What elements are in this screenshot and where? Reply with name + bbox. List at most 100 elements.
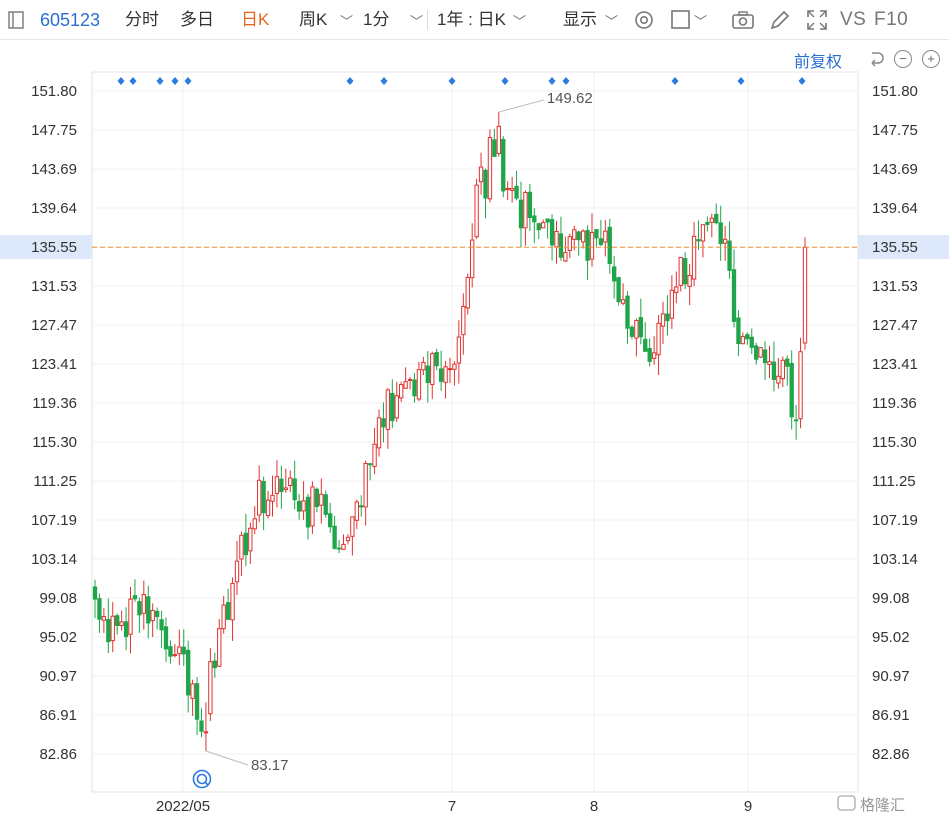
y-tick-label-right: 143.69 — [872, 161, 918, 178]
candle-down — [558, 233, 564, 258]
candle-up — [407, 378, 413, 381]
event-marker-icon — [798, 77, 806, 85]
x-tick-label: 2022/05 — [156, 798, 210, 815]
candle-down — [332, 525, 337, 549]
candle-down — [727, 240, 732, 271]
candle-up — [416, 369, 422, 400]
candle-up — [310, 486, 315, 527]
candle-down — [585, 230, 590, 261]
event-marker-icon — [501, 77, 509, 85]
candle-up — [101, 616, 107, 621]
y-tick-label-right: 119.36 — [872, 395, 917, 412]
candle-up — [496, 125, 501, 154]
candle-down — [518, 199, 524, 229]
y-tick-label-right: 127.47 — [872, 317, 918, 334]
candle-down — [359, 505, 364, 508]
candle-up — [660, 313, 666, 327]
candle-up — [740, 336, 746, 345]
candle-down — [527, 191, 533, 219]
y-tick-label-left: 103.14 — [31, 551, 77, 568]
candle-up — [203, 731, 209, 734]
candle-down — [793, 419, 799, 422]
event-marker-icon — [448, 77, 456, 85]
candle-down — [549, 219, 555, 246]
candle-down — [186, 649, 191, 696]
candle-up — [780, 359, 785, 380]
candle-down — [323, 494, 328, 515]
candle-up — [509, 188, 515, 191]
event-marker-icon — [171, 77, 179, 85]
y-tick-label-right: 139.64 — [872, 200, 918, 217]
y-tick-label-right: 151.80 — [872, 83, 918, 100]
candle-down — [718, 222, 723, 245]
candle-down — [629, 326, 635, 337]
candle-down — [501, 138, 506, 192]
candle-down — [305, 496, 311, 528]
candle-up — [234, 560, 240, 583]
candle-down — [754, 345, 759, 360]
candle-up — [345, 536, 351, 542]
candle-up — [354, 501, 359, 521]
candle-down — [296, 500, 302, 512]
candle-up — [465, 276, 470, 309]
candlestick-chart[interactable]: 151.80 151.80 147.75 147.75 143.69 143.69 139.… — [0, 0, 949, 821]
candle-up — [452, 363, 457, 370]
y-tick-label-right: 86.91 — [872, 707, 910, 724]
y-tick-label-right: 111.25 — [872, 473, 916, 490]
y-tick-label-right: 147.75 — [872, 122, 918, 139]
low-annotation: 83.17 — [251, 757, 289, 774]
candle-up — [376, 417, 382, 449]
candle-up — [687, 275, 692, 287]
candle-down — [336, 547, 342, 550]
candle-down — [115, 615, 120, 627]
y-tick-label-left: 127.47 — [31, 317, 77, 334]
candle-up — [230, 582, 235, 621]
candle-up — [456, 336, 462, 364]
candle-up — [239, 534, 244, 560]
candle-up — [798, 351, 803, 420]
event-marker-icon — [184, 77, 192, 85]
candle-up — [119, 621, 124, 627]
candle-down — [425, 365, 430, 383]
y-tick-label-left: 99.08 — [39, 590, 77, 607]
candle-up — [372, 443, 377, 467]
candle-up — [172, 654, 178, 657]
event-marker-icon — [737, 77, 745, 85]
y-tick-label-left: 86.91 — [39, 707, 77, 724]
y-tick-label-left: 131.53 — [31, 278, 77, 295]
candle-down — [212, 660, 217, 669]
y-tick-label-left: 115.30 — [32, 434, 77, 451]
candle-down — [132, 595, 138, 600]
candle-down — [163, 626, 169, 650]
candle-down — [146, 596, 151, 624]
candle-down — [97, 598, 102, 620]
candle-up — [283, 487, 288, 491]
x-tick-label: 7 — [448, 798, 456, 815]
candle-down — [536, 223, 541, 231]
candle-up — [651, 352, 657, 359]
candle-down — [328, 513, 333, 528]
candle-down — [261, 480, 266, 514]
event-marker-icon — [548, 77, 556, 85]
candle-up — [541, 222, 546, 229]
candle-up — [620, 299, 626, 304]
candle-up — [589, 231, 595, 260]
candle-up — [363, 463, 368, 508]
event-marker-icon — [380, 77, 388, 85]
candle-up — [709, 217, 714, 223]
candle-up — [691, 235, 697, 280]
candle-up — [288, 477, 293, 486]
candle-up — [350, 516, 355, 537]
candle-down — [785, 358, 790, 367]
candle-down — [647, 348, 652, 362]
candle-up — [150, 609, 155, 622]
y-tick-label-left: 135.55 — [31, 239, 77, 256]
candle-up — [257, 479, 262, 516]
candle-up — [110, 615, 115, 642]
y-tick-label-right: 135.55 — [872, 239, 918, 256]
candle-up — [270, 494, 275, 502]
candle-down — [714, 213, 719, 224]
candle-down — [514, 185, 519, 199]
candle-down — [199, 720, 204, 732]
candle-up — [461, 305, 466, 336]
